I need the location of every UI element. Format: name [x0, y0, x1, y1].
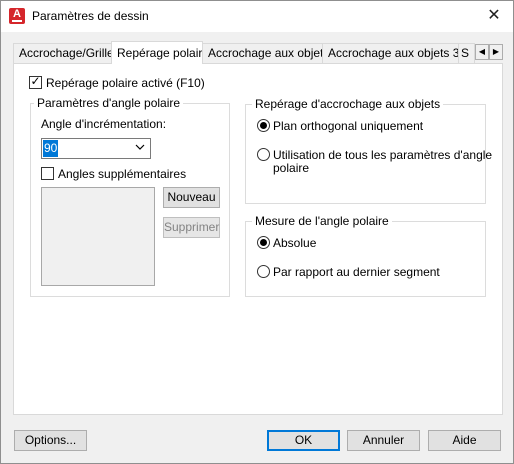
additional-angles-list[interactable] [41, 187, 155, 286]
app-icon-letter: A [13, 8, 21, 20]
increment-angle-value: 90 [43, 140, 59, 157]
cancel-button[interactable]: Annuler [347, 430, 420, 451]
title-bar: A Paramètres de dessin ✕ [1, 1, 513, 32]
dialog-window: A Paramètres de dessin ✕ Accrochage/Gril… [0, 0, 514, 464]
radio-selected-dot [260, 239, 267, 246]
autocad-app-icon: A [9, 8, 25, 24]
increment-angle-combo[interactable]: 90 [41, 138, 151, 159]
all-polar-settings-label-line2: polaire [273, 161, 310, 175]
angle-measure-group-title: Mesure de l'angle polaire [252, 214, 392, 228]
delete-angle-button[interactable]: Supprimer [163, 217, 220, 238]
absolute-label: Absolue [273, 236, 317, 250]
tab-scroll-left-button[interactable]: ◀ [475, 44, 489, 60]
polar-angle-group-title: Paramètres d'angle polaire [34, 96, 184, 110]
polar-enable-checkbox[interactable]: ✓ [29, 74, 42, 89]
radio-relative-last-segment[interactable] [257, 265, 270, 278]
tab-strip: Accrochage/Grille Repérage polaire Accro… [13, 41, 503, 64]
ok-button[interactable]: OK [267, 430, 340, 451]
all-polar-settings-label: Utilisation de tous les paramètres d'ang… [273, 148, 493, 162]
additional-angles-label: Angles supplémentaires [58, 167, 187, 181]
new-angle-button[interactable]: Nouveau [163, 187, 220, 208]
additional-angles-checkbox[interactable] [41, 167, 54, 180]
tab-accrochage-grille[interactable]: Accrochage/Grille [13, 43, 112, 63]
tab-accrochage-objets[interactable]: Accrochage aux objets [202, 43, 323, 63]
radio-absolute[interactable] [257, 236, 270, 249]
tab-truncated[interactable]: S [458, 43, 475, 63]
increment-angle-label: Angle d'incrémentation: [41, 117, 167, 131]
tab-accrochage-objets-3d[interactable]: Accrochage aux objets 3D [322, 43, 459, 63]
radio-all-polar-settings[interactable] [257, 148, 270, 161]
radio-orthogonal-only[interactable] [257, 119, 270, 132]
chevron-down-icon [135, 144, 145, 150]
tab-scroll-right-button[interactable]: ▶ [489, 44, 503, 60]
snap-tracking-group-title: Repérage d'accrochage aux objets [252, 97, 444, 111]
angle-measure-group [245, 221, 486, 297]
options-button[interactable]: Options... [14, 430, 87, 451]
help-button[interactable]: Aide [428, 430, 501, 451]
close-icon[interactable]: ✕ [483, 5, 505, 27]
checkmark-icon: ✓ [30, 74, 41, 88]
tab-reperage-polaire[interactable]: Repérage polaire [111, 41, 203, 64]
radio-selected-dot [260, 122, 267, 129]
relative-last-segment-label: Par rapport au dernier segment [273, 265, 440, 279]
polar-enable-label: Repérage polaire activé (F10) [46, 76, 205, 90]
app-icon-bar [12, 20, 22, 22]
window-title: Paramètres de dessin [32, 9, 149, 23]
orthogonal-only-label: Plan orthogonal uniquement [273, 119, 424, 133]
